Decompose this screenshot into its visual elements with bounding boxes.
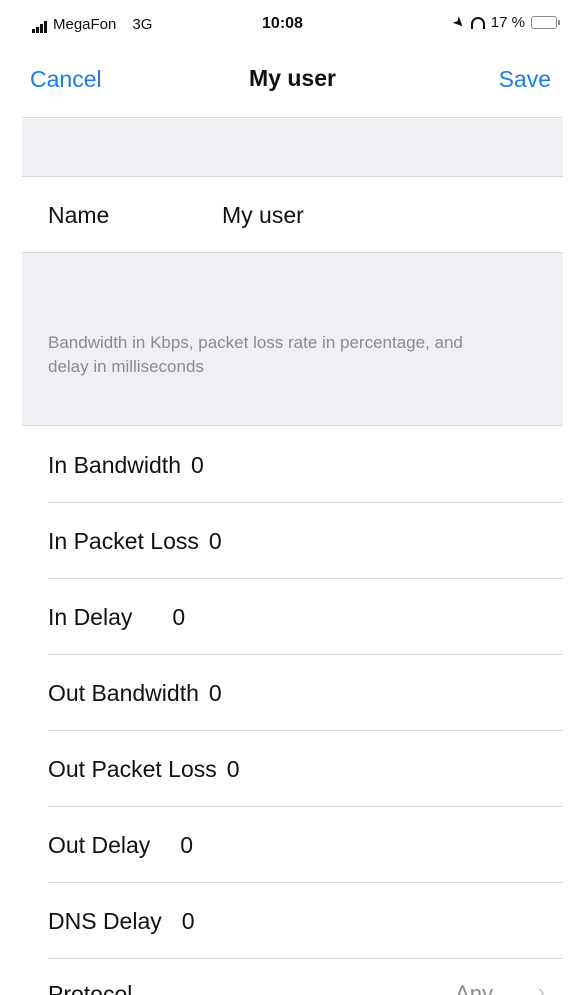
- page-title: My user: [249, 65, 336, 91]
- in-delay-label: In Delay: [48, 603, 133, 630]
- out-delay-field[interactable]: [180, 831, 381, 859]
- out-bandwidth-label: Out Bandwidth: [48, 679, 199, 706]
- out-bandwidth-row[interactable]: Out Bandwidth: [22, 655, 563, 731]
- name-row[interactable]: Name: [22, 178, 563, 252]
- name-label: Name: [48, 201, 110, 228]
- protocol-row[interactable]: Protocol Any ›: [22, 959, 563, 995]
- in-delay-field[interactable]: [172, 603, 373, 631]
- left-edge: [0, 0, 22, 995]
- battery-icon: [531, 16, 560, 29]
- dns-delay-field[interactable]: [181, 907, 382, 935]
- protocol-label: Protocol: [48, 981, 133, 995]
- out-delay-label: Out Delay: [48, 831, 151, 858]
- in-bandwidth-label: In Bandwidth: [48, 451, 181, 478]
- headphones-icon: [470, 16, 485, 29]
- section-footer-text: Bandwidth in Kbps, packet loss rate in p…: [48, 333, 463, 376]
- in-bandwidth-row[interactable]: In Bandwidth: [22, 427, 563, 503]
- app-content: MegaFon 3G 10:08 ➤ 17 % Cancel My user S…: [22, 0, 563, 995]
- status-bar: MegaFon 3G 10:08 ➤ 17 %: [22, 0, 563, 46]
- in-packet-loss-field[interactable]: [208, 527, 409, 555]
- right-edge: [563, 0, 583, 995]
- navigation-bar: Cancel My user Save: [22, 46, 563, 118]
- out-packet-loss-row[interactable]: Out Packet Loss: [22, 731, 563, 807]
- out-packet-loss-label: Out Packet Loss: [48, 755, 217, 782]
- protocol-detail: Any: [455, 981, 493, 995]
- chevron-right-icon: ›: [537, 979, 545, 995]
- dns-delay-label: DNS Delay: [48, 907, 162, 934]
- out-packet-loss-field[interactable]: [226, 755, 427, 783]
- dns-delay-row[interactable]: DNS Delay: [22, 883, 563, 959]
- status-right: ➤ 17 %: [449, 12, 560, 32]
- section-footer-area: Bandwidth in Kbps, packet loss rate in p…: [22, 252, 563, 426]
- save-button[interactable]: Save: [499, 66, 551, 93]
- in-delay-row[interactable]: In Delay: [22, 579, 563, 655]
- in-bandwidth-field[interactable]: [190, 451, 391, 479]
- in-packet-loss-row[interactable]: In Packet Loss: [22, 503, 563, 579]
- name-field[interactable]: [222, 201, 422, 229]
- section-header-spacer: [22, 119, 563, 177]
- out-delay-row[interactable]: Out Delay: [22, 807, 563, 883]
- battery-percent: 17 %: [490, 14, 525, 31]
- in-packet-loss-label: In Packet Loss: [48, 527, 199, 554]
- screen: MegaFon 3G 10:08 ➤ 17 % Cancel My user S…: [0, 0, 583, 995]
- out-bandwidth-field[interactable]: [208, 679, 409, 707]
